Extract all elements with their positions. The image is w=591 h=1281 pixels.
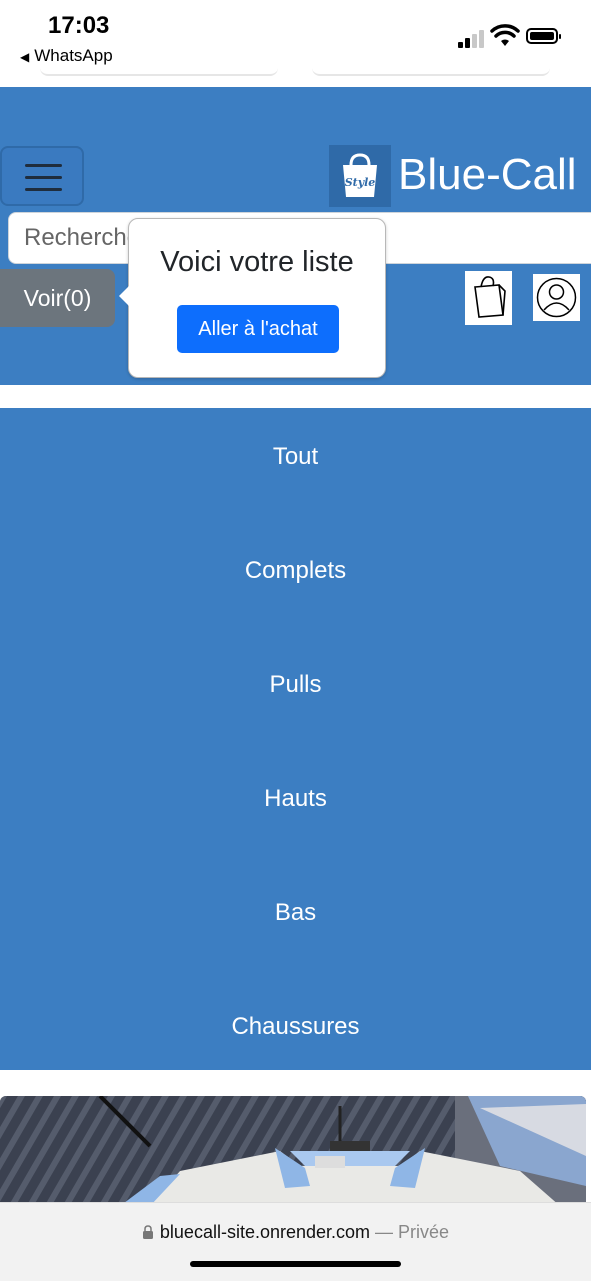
menu-icon (25, 164, 62, 167)
popover-arrow (119, 286, 129, 306)
view-list-button[interactable]: Voir(0) (0, 269, 115, 327)
status-time: 17:03 (48, 12, 110, 39)
back-to-app-link[interactable]: ◀ WhatsApp (20, 46, 113, 66)
logo-text: Style (345, 176, 376, 189)
lock-icon (142, 1225, 153, 1239)
status-bar: 17:03 ◀ WhatsApp (0, 0, 591, 76)
url-text: bluecall-site.onrender.com (159, 1222, 371, 1242)
nav-item-complets[interactable]: Complets (0, 557, 591, 585)
back-app-label: WhatsApp (34, 46, 113, 65)
home-indicator (190, 1261, 401, 1267)
battery-icon (526, 28, 561, 44)
user-profile-icon (536, 277, 577, 318)
go-to-purchase-button[interactable]: Aller à l'achat (177, 305, 339, 353)
signal-icon (458, 28, 486, 48)
back-arrow-icon: ◀ (20, 50, 30, 64)
nav-item-tout[interactable]: Tout (0, 443, 591, 471)
category-nav: Tout Complets Pulls Hauts Bas Chaussures (0, 408, 591, 1070)
menu-toggle-button[interactable] (0, 146, 84, 206)
tab-hint-right (312, 68, 550, 76)
shopping-bag-icon (474, 276, 506, 318)
brand-logo[interactable]: Style (329, 145, 391, 207)
browser-address-bar[interactable]: bluecall-site.onrender.com — Privée (0, 1202, 591, 1281)
url-display[interactable]: bluecall-site.onrender.com — Privée (0, 1222, 591, 1243)
nav-item-pulls[interactable]: Pulls (0, 671, 591, 699)
list-popover: Voici votre liste Aller à l'achat (119, 218, 386, 378)
brand-name[interactable]: Blue-Call (398, 150, 577, 200)
product-banner-image[interactable] (0, 1096, 586, 1206)
nav-item-hauts[interactable]: Hauts (0, 785, 591, 813)
url-separator: — (370, 1222, 399, 1242)
private-mode-label: Privée (398, 1222, 450, 1242)
wifi-icon (490, 24, 520, 46)
nav-item-bas[interactable]: Bas (0, 899, 591, 927)
cart-button[interactable] (465, 271, 512, 325)
profile-button[interactable] (533, 274, 580, 321)
popover-title: Voici votre liste (160, 246, 354, 278)
nav-item-chaussures[interactable]: Chaussures (0, 1013, 591, 1041)
tab-hint-left (40, 68, 278, 76)
